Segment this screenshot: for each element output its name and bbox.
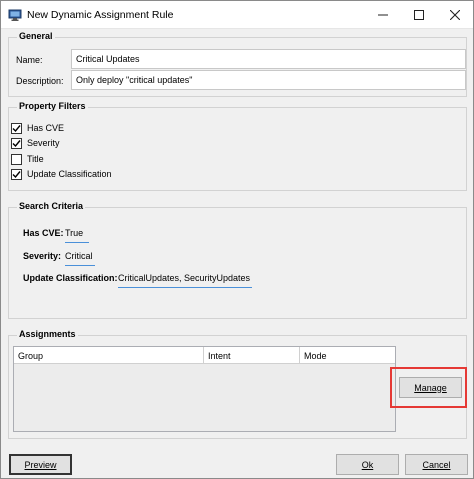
dialog-window: New Dynamic Assignment Rule General Name…: [0, 0, 474, 479]
severity-value[interactable]: Critical: [65, 251, 95, 266]
column-header-group[interactable]: Group: [14, 347, 204, 364]
window-title: New Dynamic Assignment Rule: [27, 9, 174, 21]
maximize-button[interactable]: [401, 1, 437, 29]
preview-button[interactable]: Preview: [9, 454, 72, 475]
checkmark-icon: [12, 170, 21, 178]
column-header-mode[interactable]: Mode: [300, 347, 395, 364]
has-cve-value[interactable]: True: [65, 228, 89, 243]
monitor-icon: [8, 9, 22, 21]
maximize-icon: [414, 10, 424, 20]
filter-has-cve[interactable]: Has CVE: [11, 121, 64, 135]
close-icon: [450, 10, 460, 20]
filter-title[interactable]: Title: [11, 152, 44, 166]
name-label: Name:: [16, 55, 43, 65]
ok-button[interactable]: Ok: [336, 454, 399, 475]
checkmark-icon: [12, 124, 21, 132]
minimize-icon: [378, 14, 388, 16]
filter-label: Update Classification: [27, 169, 112, 179]
ok-button-label: Ok: [361, 459, 374, 470]
update-classification-label: Update Classification:: [23, 273, 118, 283]
checkbox-severity[interactable]: [11, 137, 22, 149]
description-label: Description:: [16, 76, 64, 86]
preview-button-label: Preview: [24, 459, 57, 470]
general-group-title: General: [17, 31, 55, 41]
has-cve-label: Has CVE:: [23, 228, 64, 238]
assignments-table[interactable]: Group Intent Mode: [13, 346, 396, 432]
description-input[interactable]: Only deploy "critical updates": [71, 70, 466, 90]
assignments-title: Assignments: [17, 329, 78, 339]
filter-label: Has CVE: [27, 123, 65, 133]
checkmark-icon: [12, 139, 21, 147]
title-bar[interactable]: New Dynamic Assignment Rule: [1, 1, 473, 29]
close-button[interactable]: [437, 1, 473, 29]
minimize-button[interactable]: [365, 1, 401, 29]
filter-severity[interactable]: Severity: [11, 136, 60, 150]
filter-label: Title: [27, 154, 44, 164]
checkbox-has-cve[interactable]: [11, 122, 22, 134]
checkbox-title[interactable]: [11, 153, 22, 165]
search-criteria-title: Search Criteria: [17, 201, 86, 211]
severity-label: Severity:: [23, 251, 62, 261]
property-filters-title: Property Filters: [17, 101, 88, 111]
column-header-intent[interactable]: Intent: [204, 347, 300, 364]
cancel-button-label: Cancel: [422, 459, 451, 470]
table-header: Group Intent Mode: [14, 347, 395, 364]
name-input[interactable]: Critical Updates: [71, 49, 466, 69]
update-classification-value[interactable]: CriticalUpdates, SecurityUpdates: [118, 273, 252, 288]
checkbox-update-classification[interactable]: [11, 168, 22, 180]
cancel-button[interactable]: Cancel: [405, 454, 468, 475]
filter-update-classification[interactable]: Update Classification: [11, 167, 112, 181]
filter-label: Severity: [27, 138, 60, 148]
highlight-box: [390, 367, 467, 408]
